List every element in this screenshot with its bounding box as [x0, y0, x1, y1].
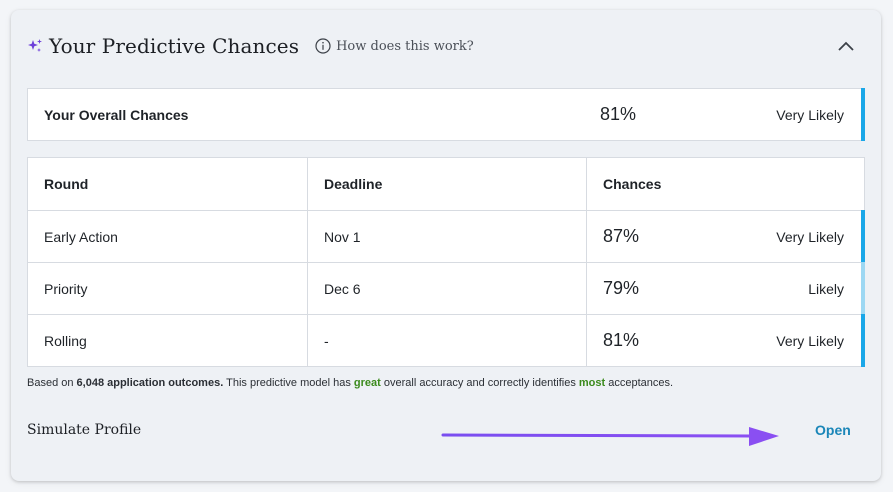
chances-cell: 79% Likely — [586, 262, 865, 315]
table-row: Rolling - 81% Very Likely — [28, 314, 865, 367]
deadline-cell: Nov 1 — [307, 211, 586, 262]
chances-cell: 87% Very Likely — [586, 210, 865, 263]
note-suffix: acceptances. — [605, 377, 674, 389]
chances-cell: 81% Very Likely — [586, 314, 865, 367]
chances-likelihood: Likely — [808, 280, 844, 297]
likelihood-bar — [861, 210, 865, 263]
column-header-chances: Chances — [586, 158, 864, 210]
card-title: Your Predictive Chances — [49, 34, 300, 58]
overall-chances-row: Your Overall Chances 81% Very Likely — [27, 88, 865, 141]
note-accuracy: great — [353, 377, 381, 389]
overall-likelihood: Very Likely — [776, 106, 844, 123]
round-cell: Priority — [44, 280, 88, 297]
likelihood-bar — [861, 314, 865, 367]
rounds-table: Round Deadline Chances Early Action Nov … — [27, 157, 865, 367]
round-cell: Early Action — [44, 228, 118, 245]
model-accuracy-note: Based on 6,048 application outcomes. Thi… — [27, 377, 673, 389]
likelihood-bar — [861, 88, 865, 141]
column-header-deadline: Deadline — [307, 158, 586, 210]
round-cell: Rolling — [44, 332, 87, 349]
sparkle-icon — [27, 38, 43, 54]
table-header-row: Round Deadline Chances — [28, 158, 864, 210]
predictive-chances-card: Your Predictive Chances How does this wo… — [11, 10, 881, 481]
simulate-profile-label: Simulate Profile — [27, 422, 142, 438]
chances-percent: 81% — [603, 330, 640, 350]
card-header: Your Predictive Chances How does this wo… — [27, 32, 865, 60]
info-icon — [315, 38, 331, 54]
table-row: Priority Dec 6 79% Likely — [28, 262, 865, 315]
deadline-cell: - — [307, 315, 586, 366]
chances-percent: 79% — [603, 278, 640, 298]
chances-likelihood: Very Likely — [776, 228, 844, 245]
chances-percent: 87% — [603, 226, 640, 246]
deadline-cell: Dec 6 — [307, 263, 586, 314]
how-does-this-work-link[interactable]: How does this work? — [315, 38, 474, 54]
note-outcomes: 6,048 application outcomes. — [76, 377, 224, 389]
likelihood-bar — [861, 262, 865, 315]
chances-likelihood: Very Likely — [776, 332, 844, 349]
collapse-button[interactable] — [835, 36, 857, 56]
help-text: How does this work? — [336, 38, 474, 54]
note-middle-1: This predictive model has — [223, 377, 354, 389]
note-identifies: most — [578, 377, 606, 389]
note-prefix: Based on — [27, 377, 77, 389]
open-simulate-profile-button[interactable]: Open — [815, 422, 851, 438]
overall-chances-percent: 81% — [600, 104, 637, 124]
table-row: Early Action Nov 1 87% Very Likely — [28, 210, 865, 263]
chevron-up-icon — [838, 41, 854, 51]
overall-chances-label: Your Overall Chances — [44, 106, 189, 123]
arrow-annotation — [441, 427, 779, 446]
note-middle-2: overall accuracy and correctly identifie… — [380, 377, 579, 389]
column-header-round: Round — [44, 176, 89, 192]
